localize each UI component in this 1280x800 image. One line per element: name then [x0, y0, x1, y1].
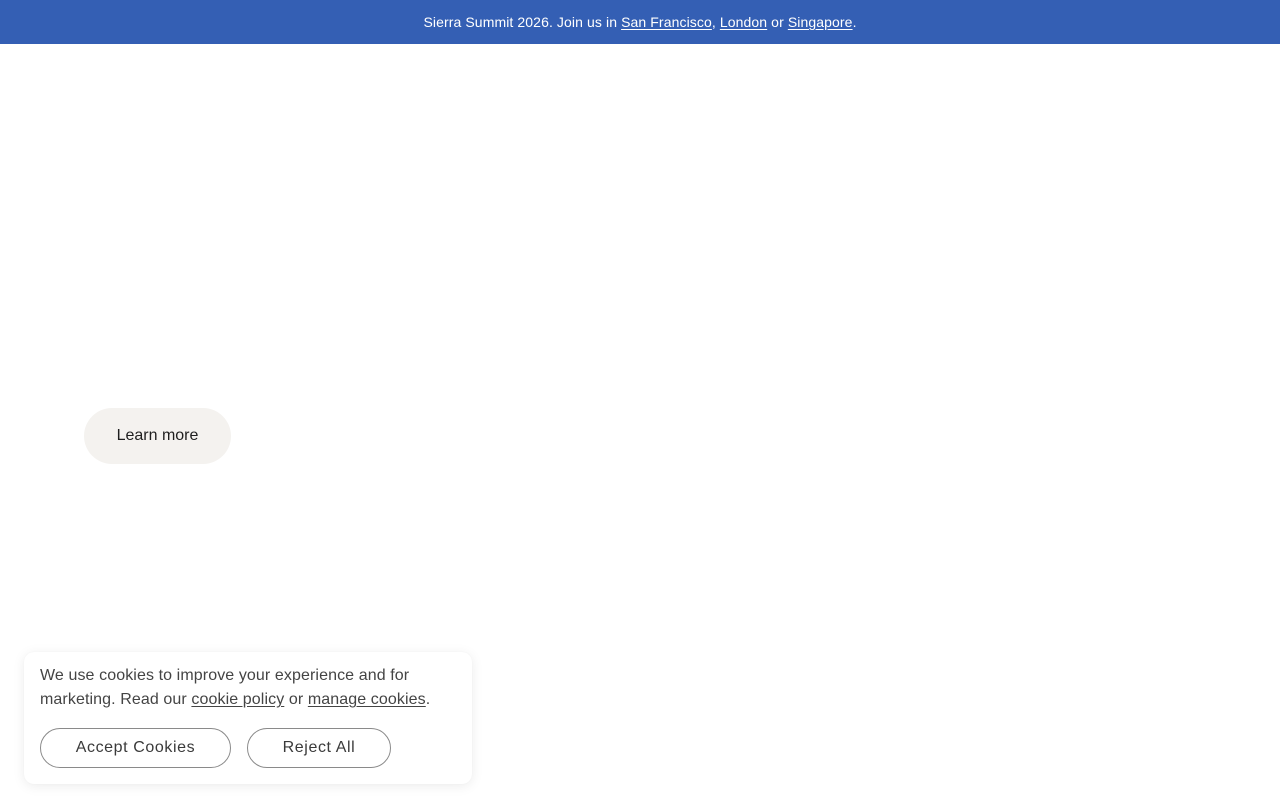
announcement-period: .	[852, 14, 857, 30]
announcement-separator: ,	[711, 14, 720, 30]
cookie-banner: We use cookies to improve your experienc…	[24, 652, 472, 784]
manage-cookies-link[interactable]: manage cookies	[308, 691, 426, 708]
link-san-francisco[interactable]: San Francisco	[621, 14, 712, 30]
cookie-actions: Accept Cookies Reject All	[40, 728, 391, 768]
link-singapore[interactable]: Singapore	[788, 14, 853, 30]
cookie-message: We use cookies to improve your experienc…	[40, 664, 456, 712]
reject-all-button[interactable]: Reject All	[247, 728, 391, 768]
announcement-separator: or	[767, 14, 788, 30]
learn-more-button[interactable]: Learn more	[84, 408, 231, 464]
cookie-text: or	[284, 691, 308, 708]
cookie-text: .	[425, 691, 431, 708]
cookie-policy-link[interactable]: cookie policy	[191, 691, 284, 708]
link-london[interactable]: London	[720, 14, 767, 30]
announcement-text: Sierra Summit 2026. Join us in	[423, 14, 622, 30]
accept-cookies-button[interactable]: Accept Cookies	[40, 728, 231, 768]
announcement-bar: Sierra Summit 2026. Join us in San Franc…	[0, 0, 1280, 44]
